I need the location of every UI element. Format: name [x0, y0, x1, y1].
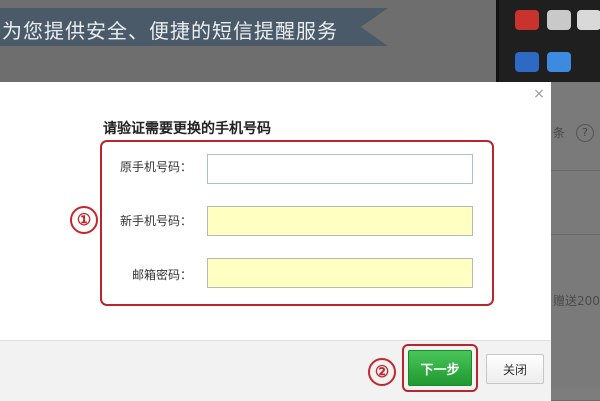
phone-preview [496, 0, 600, 82]
new-phone-input[interactable] [207, 206, 473, 236]
step-marker-2: ② [368, 358, 396, 386]
app-icon [515, 52, 539, 72]
close-button[interactable]: 关闭 [486, 354, 544, 384]
next-step-button[interactable]: 下一步 [408, 350, 472, 386]
form-highlight-box: 原手机号码： 新手机号码： 邮箱密码： [100, 140, 494, 306]
email-password-input[interactable] [207, 258, 473, 288]
divider [551, 170, 600, 171]
app-icon [547, 10, 571, 30]
close-icon[interactable]: × [531, 86, 547, 102]
app-icon [515, 10, 539, 30]
divider [551, 234, 600, 235]
background-text: 条 [553, 126, 566, 140]
banner-text: 为您提供安全、便捷的短信提醒服务 [2, 19, 338, 43]
app-icon [547, 52, 571, 72]
old-phone-input[interactable] [207, 154, 473, 184]
old-phone-label: 原手机号码： [119, 160, 192, 174]
step-marker-1: ① [70, 206, 98, 234]
app-icon [577, 10, 600, 30]
email-password-label: 邮箱密码： [131, 268, 192, 282]
dialog-title: 请验证需要更换的手机号码 [103, 121, 271, 137]
background-text: 赠送200 [553, 294, 600, 308]
help-icon: ? [576, 124, 594, 142]
new-phone-label: 新手机号码： [119, 214, 192, 228]
